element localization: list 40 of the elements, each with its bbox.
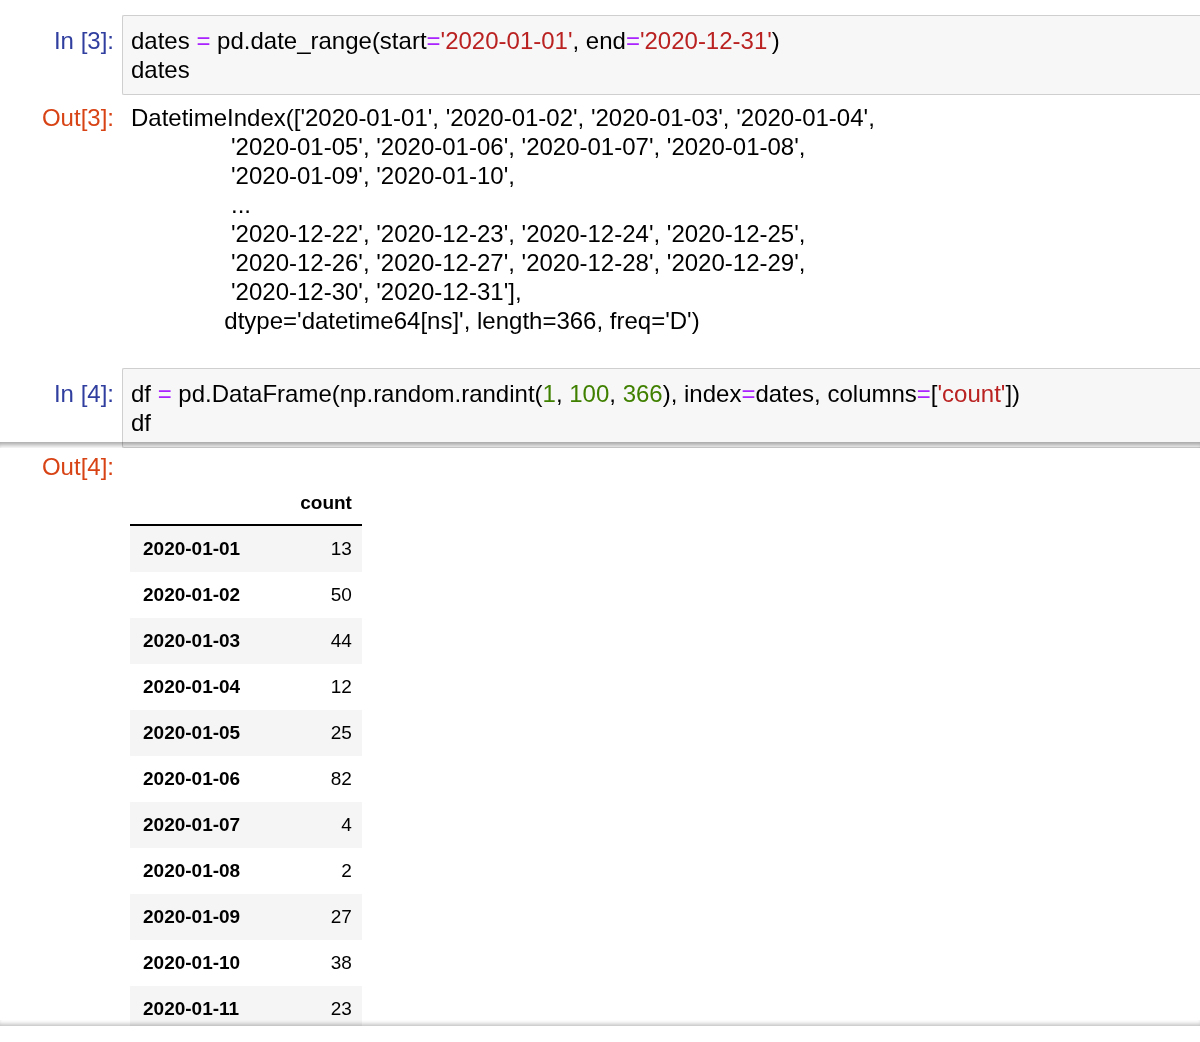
code-line: dates	[131, 55, 191, 84]
output-line: '2020-12-22', '2020-12-23', '2020-12-24', '2020-12-25',	[230, 219, 807, 248]
output-line: '2020-01-09', '2020-01-10',	[230, 161, 516, 190]
input-prompt: In [4]:	[52, 379, 115, 408]
table-cell: 25	[290, 710, 362, 756]
index-cell: 2020-01-05	[130, 710, 291, 756]
table-cell: 13	[290, 525, 362, 572]
index-cell: 2020-01-01	[130, 525, 291, 572]
table-cell: 4	[290, 802, 362, 848]
output-line: dtype='datetime64[ns]', length=366, freq='D')	[223, 306, 701, 335]
input-prompt: In [3]:	[52, 26, 115, 55]
index-cell: 2020-01-04	[130, 664, 291, 710]
output-line: '2020-01-05', '2020-01-06', '2020-01-07', '2020-01-08',	[230, 132, 807, 161]
table-cell: 12	[290, 664, 362, 710]
index-cell: 2020-01-08	[130, 848, 291, 894]
table-cell: 27	[290, 894, 362, 940]
table-cell: 44	[290, 618, 362, 664]
table-cell: 2	[290, 848, 362, 894]
code-line: df = pd.DataFrame(np.random.randint(1, 100, 366), index=dates, columns=['count'])	[131, 379, 1022, 408]
code-line: df	[131, 408, 152, 437]
table-cell: 50	[290, 572, 362, 618]
code-cell[interactable]: dates = pd.date_range(start='2020-01-01', end='2020-12-31') dates	[122, 15, 1200, 95]
index-cell: 2020-01-02	[130, 572, 291, 618]
code-cell[interactable]: df = pd.DataFrame(np.random.randint(1, 100, 366), index=dates, columns=['count']) df	[122, 368, 1200, 448]
index-cell: 2020-01-11	[130, 986, 291, 1026]
index-cell: 2020-01-10	[130, 940, 291, 986]
table-cell: 23	[290, 986, 362, 1026]
output-prompt: Out[3]:	[40, 103, 115, 132]
index-cell: 2020-01-07	[130, 802, 291, 848]
index-cell: 2020-01-06	[130, 756, 291, 802]
table-cell: 82	[290, 756, 362, 802]
output-prompt: Out[4]:	[40, 452, 115, 481]
output-line: DatetimeIndex(['2020-01-01', '2020-01-02', '2020-01-03', '2020-01-04',	[131, 103, 876, 132]
output-line: ...	[230, 190, 253, 219]
index-cell: 2020-01-09	[130, 894, 291, 940]
index-cell: 2020-01-03	[130, 618, 291, 664]
code-line: dates = pd.date_range(start='2020-01-01', end='2020-12-31')	[131, 26, 781, 55]
output-line: '2020-12-26', '2020-12-27', '2020-12-28', '2020-12-29',	[230, 248, 807, 277]
table-cell: 38	[290, 940, 362, 986]
output-line: '2020-12-30', '2020-12-31'],	[230, 277, 523, 306]
